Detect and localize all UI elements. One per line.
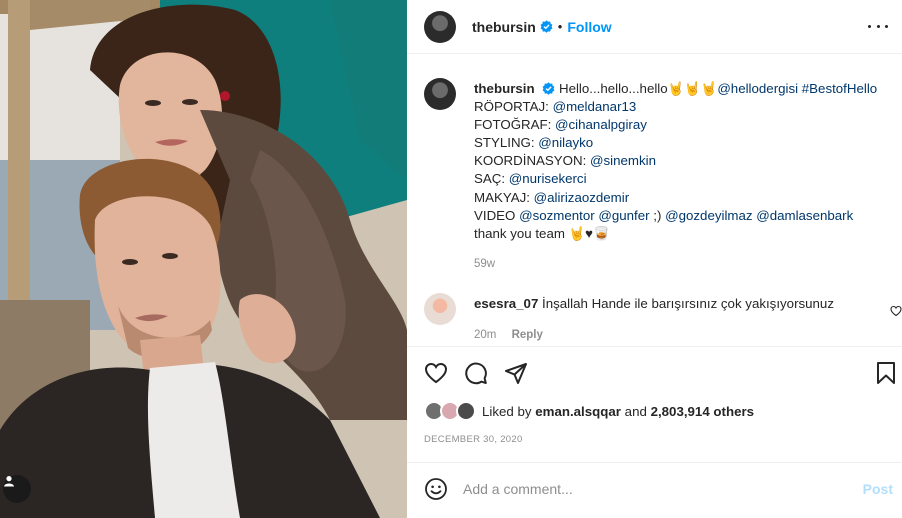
avatar[interactable] xyxy=(424,10,456,43)
heart-icon[interactable] xyxy=(424,361,448,385)
caption-timestamp[interactable]: 59w xyxy=(474,258,495,270)
caption-intro: Hello...hello...hello xyxy=(558,81,668,96)
hashtag-bestofhello[interactable]: #BestofHello xyxy=(802,81,877,96)
divider xyxy=(407,462,902,463)
credit-handle[interactable]: @nurisekerci xyxy=(509,171,587,186)
wink-text: ;) xyxy=(653,207,662,223)
divider xyxy=(407,346,902,347)
comment-text-row: esesra_07 İnşallah Hande ile barışırsını… xyxy=(474,296,834,311)
mention-damlasenbark[interactable]: @damlasenbark xyxy=(756,208,853,223)
likes-prefix: Liked by xyxy=(482,403,532,419)
credit-line: RÖPORTAJ: @meldanar13 xyxy=(474,98,889,116)
post-image xyxy=(0,0,407,518)
add-comment-input[interactable] xyxy=(463,478,843,500)
liker-username[interactable]: eman.alsqqar xyxy=(535,404,621,419)
add-comment-bar: Post xyxy=(424,476,894,502)
more-options-icon xyxy=(868,24,871,28)
separator-dot: • xyxy=(557,19,563,34)
credit-line: FOTOĞRAF: @cihanalpgiray xyxy=(474,116,889,134)
likes-count[interactable]: 2,803,914 others xyxy=(651,404,755,419)
mention-sozmentor[interactable]: @sozmentor xyxy=(519,208,595,223)
credit-label: KOORDİNASYON: xyxy=(474,153,587,169)
credit-handle[interactable]: @meldanar13 xyxy=(553,99,637,114)
follow-button[interactable]: Follow xyxy=(567,19,611,35)
credit-label: MAKYAJ: xyxy=(474,189,530,205)
caption-avatar[interactable] xyxy=(424,78,456,110)
post-actions xyxy=(424,361,895,385)
liker-avatars[interactable] xyxy=(424,401,476,421)
likes-row: Liked by eman.alsqqar and 2,803,914 othe… xyxy=(424,401,754,421)
credit-line: SAÇ: @nurisekerci xyxy=(474,170,889,188)
credit-handle[interactable]: @nilayko xyxy=(538,135,593,150)
comment-like-icon[interactable] xyxy=(890,305,902,317)
caption-line-1: thebursin Hello...hello...hello🤘🤘🤘@hello… xyxy=(474,80,889,98)
comment-text: İnşallah Hande ile barışırsınız çok yakı… xyxy=(542,296,834,311)
credit-line: KOORDİNASYON: @sinemkin xyxy=(474,152,889,170)
comment-time[interactable]: 20m xyxy=(474,329,496,341)
thanks-text: thank you team xyxy=(474,225,565,241)
header-username[interactable]: thebursin xyxy=(472,19,536,35)
credit-line: STYLING: @nilayko xyxy=(474,134,889,152)
more-options-button[interactable] xyxy=(868,16,888,36)
caption-username[interactable]: thebursin xyxy=(474,81,535,96)
post-header: thebursin • Follow xyxy=(407,0,902,54)
verified-badge-icon xyxy=(542,82,555,95)
credit-line: MAKYAJ: @alirizaozdemir xyxy=(474,189,889,207)
comment-meta: 20m Reply xyxy=(474,329,543,341)
verified-badge-icon xyxy=(540,20,553,33)
comment-icon[interactable] xyxy=(464,361,488,385)
bookmark-icon[interactable] xyxy=(874,361,898,385)
share-icon[interactable] xyxy=(504,361,528,385)
commenter-avatar[interactable] xyxy=(424,293,456,325)
credit-label: RÖPORTAJ: xyxy=(474,99,549,115)
credit-label: STYLING: xyxy=(474,135,535,151)
commenter-username[interactable]: esesra_07 xyxy=(474,296,538,311)
avatar xyxy=(456,401,476,421)
post-comment-button[interactable]: Post xyxy=(863,481,893,497)
reply-button[interactable]: Reply xyxy=(512,329,543,341)
user-tag-button[interactable] xyxy=(3,475,31,503)
user-tag-icon xyxy=(4,476,14,487)
thanks-line: thank you team 🤘♥🥃 xyxy=(474,225,889,243)
mention-hellodergisi[interactable]: @hellodergisi xyxy=(717,81,798,96)
credit-label: FOTOĞRAF: xyxy=(474,117,552,133)
credit-label: SAÇ: xyxy=(474,171,506,187)
mention-gozdeyilmaz[interactable]: @gozdeyilmaz xyxy=(665,208,752,223)
post-date[interactable]: DECEMBER 30, 2020 xyxy=(424,434,523,445)
credit-handle[interactable]: @alirizaozdemir xyxy=(534,190,630,205)
post-detail-panel: thebursin • Follow thebursin Hello...hel… xyxy=(407,0,902,518)
comment-item: esesra_07 İnşallah Hande ile barışırsını… xyxy=(424,291,902,351)
credit-handle[interactable]: @sinemkin xyxy=(590,153,656,168)
post-photo[interactable] xyxy=(0,0,407,518)
credit-handle[interactable]: @cihanalpgiray xyxy=(555,117,647,132)
mention-gunfer[interactable]: @gunfer xyxy=(598,208,649,223)
thanks-emoji: 🤘♥🥃 xyxy=(568,225,610,241)
rock-hand-emoji: 🤘🤘🤘 xyxy=(667,81,718,96)
emoji-icon[interactable] xyxy=(424,477,448,501)
video-label: VIDEO xyxy=(474,207,516,223)
caption-text: thebursin Hello...hello...hello🤘🤘🤘@hello… xyxy=(474,80,889,243)
likes-mid: and xyxy=(624,403,647,419)
video-credit-line: VIDEO @sozmentor @gunfer ;) @gozdeyilmaz… xyxy=(474,207,889,225)
